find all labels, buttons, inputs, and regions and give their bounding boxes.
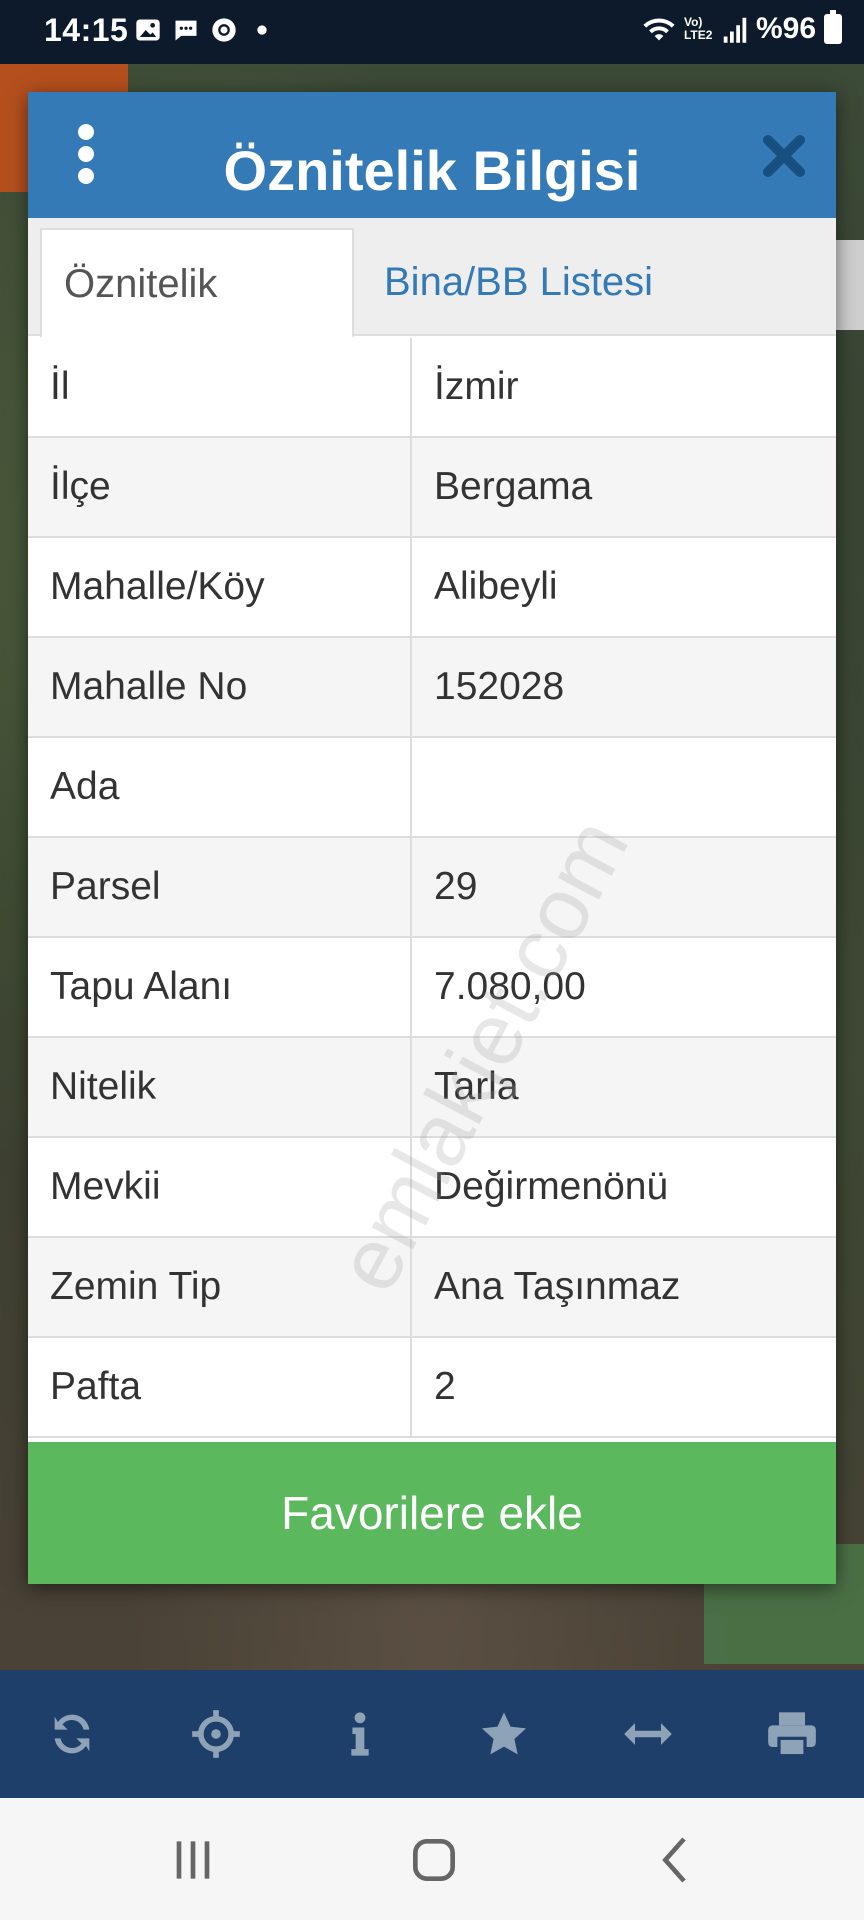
notification-icons [134, 16, 276, 44]
table-row: Zemin Tip Ana Taşınmaz [28, 1238, 836, 1338]
table-row: Nitelik Tarla [28, 1038, 836, 1138]
row-value: Ana Taşınmaz [434, 1265, 681, 1308]
chrome-icon [212, 18, 236, 42]
add-favorite-button[interactable]: Favorilere ekle [28, 1442, 836, 1584]
row-key: Ada [28, 738, 412, 836]
row-value: İzmir [434, 365, 519, 408]
system-nav-bar [0, 1798, 864, 1920]
row-value: Bergama [434, 465, 593, 508]
table-row: Tapu Alanı 7.080,00 [28, 938, 836, 1038]
row-value: Değirmenönü [434, 1165, 669, 1208]
home-icon[interactable] [404, 1832, 464, 1888]
wifi-icon [643, 18, 675, 41]
row-value: 29 [434, 865, 478, 908]
image-icon [136, 19, 160, 41]
row-value: 7.080,00 [434, 965, 586, 1008]
tab-bar: Öznitelik Bilgisi Bina/BB Listesi [28, 218, 836, 414]
row-key: Mahalle/Köy [28, 538, 412, 636]
row-key: İlçe [28, 438, 412, 536]
dialog-header: Öznitelik Bilgisi [28, 92, 836, 218]
table-row: Pafta 2 [28, 1338, 836, 1438]
row-key: Mevkii [28, 1138, 412, 1236]
recent-apps-icon[interactable] [163, 1832, 223, 1888]
row-value: Tarla [434, 1065, 519, 1108]
status-right: Vo) LTE2 %96 [642, 10, 842, 46]
row-key: İl [28, 338, 412, 436]
map-side-control[interactable] [834, 240, 864, 330]
row-key: Mahalle No [28, 638, 412, 736]
close-icon[interactable] [760, 132, 808, 180]
measure-icon[interactable] [618, 1704, 678, 1764]
network-label: Vo) LTE2 [683, 15, 713, 42]
table-row: İl İzmir [28, 338, 836, 438]
info-icon[interactable] [330, 1704, 390, 1764]
table-row: Mahalle/Köy Alibeyli [28, 538, 836, 638]
refresh-icon[interactable] [42, 1704, 102, 1764]
row-key: Zemin Tip [28, 1238, 412, 1336]
table-row: İlçe Bergama [28, 438, 836, 538]
back-icon[interactable] [647, 1832, 707, 1888]
dialog-title: Öznitelik Bilgisi [223, 139, 641, 202]
map-toolbar [0, 1670, 864, 1798]
table-row: Ada [28, 738, 836, 838]
table-row: Parsel 29 [28, 838, 836, 938]
row-key: Nitelik [28, 1038, 412, 1136]
status-bar: 14:15 Vo) LTE2 %96 [0, 0, 864, 64]
battery-level: %96 [755, 12, 816, 45]
tab-attribute-info[interactable]: Öznitelik Bilgisi [40, 228, 354, 414]
message-icon [175, 20, 197, 41]
dot-icon [257, 25, 267, 35]
table-row: Mevkii Değirmenönü [28, 1138, 836, 1238]
battery-icon [824, 10, 842, 44]
row-key: Tapu Alanı [28, 938, 412, 1036]
signal-icon [723, 17, 747, 43]
row-value: 2 [434, 1365, 456, 1408]
row-value: 152028 [434, 665, 565, 708]
row-value [412, 738, 836, 836]
print-icon[interactable] [762, 1704, 822, 1764]
table-row: Mahalle No 152028 [28, 638, 836, 738]
tab-building-list[interactable]: Bina/BB Listesi [362, 228, 675, 338]
attribute-dialog: Öznitelik Bilgisi Öznitelik Bilgisi Bina… [28, 92, 836, 1584]
row-key: Pafta [28, 1338, 412, 1436]
status-time: 14:15 [44, 12, 129, 48]
attribute-table: İl İzmir İlçe Bergama Mahalle/Köy Alibeyli … [28, 338, 836, 1438]
star-icon[interactable] [474, 1704, 534, 1764]
crosshair-icon[interactable] [186, 1704, 246, 1764]
row-key: Parsel [28, 838, 412, 936]
row-value: Alibeyli [434, 565, 558, 608]
